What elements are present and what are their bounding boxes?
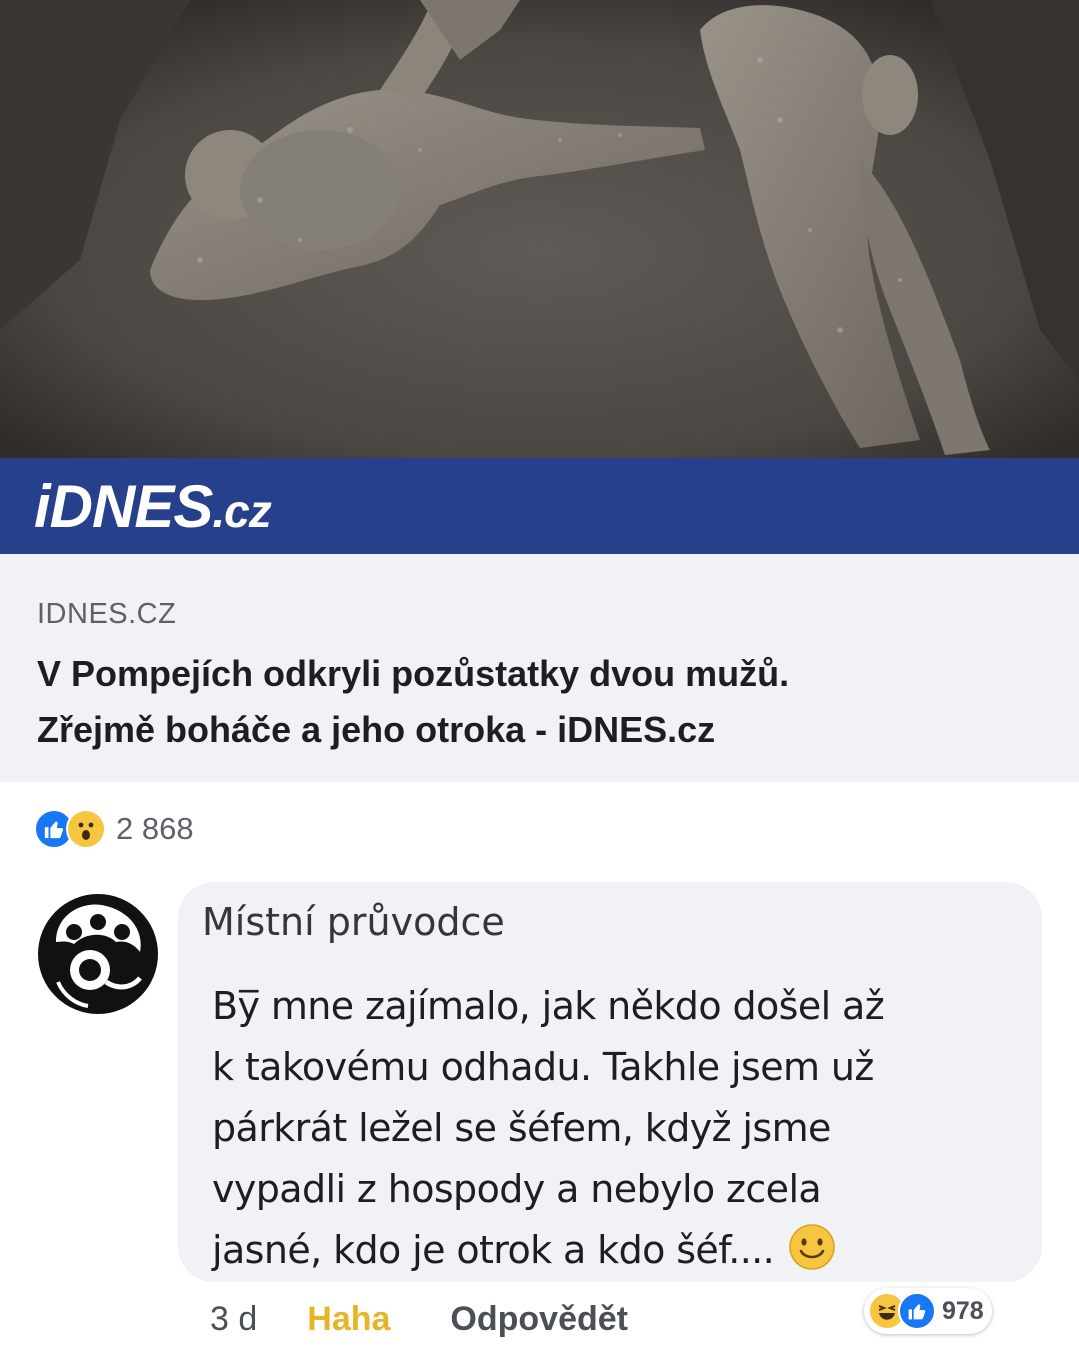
comment-line: vypadli z hospody a nebylo zcela — [212, 1167, 822, 1211]
comment-line-last: jasné, kdo je otrok a kdo šéf.... — [212, 1220, 1002, 1281]
comment-line: párkrát ležel se šéfem, když jsme — [212, 1106, 831, 1150]
comment-bubble[interactable]: Místní průvodce By̅ mne zajímalo, jak ně… — [178, 882, 1042, 1282]
comment-line: k takovému odhadu. Takhle jsem už — [212, 1045, 874, 1089]
comment-line: By̅ mne zajímalo, jak někdo došel až — [212, 984, 885, 1028]
link-title-line: V Pompejích odkryli pozůstatky dvou mužů… — [37, 653, 790, 694]
idnes-logo: iDNES.cz — [34, 473, 272, 540]
wow-icon — [66, 809, 106, 849]
comment-reactions[interactable]: 978 — [864, 1288, 992, 1334]
like-icon — [898, 1292, 936, 1330]
haha-reaction-button[interactable]: Haha — [307, 1300, 390, 1339]
post-reactions[interactable]: 2 868 — [34, 806, 194, 852]
link-title[interactable]: V Pompejích odkryli pozůstatky dvou mužů… — [37, 646, 1037, 758]
link-preview-card[interactable]: IDNES.CZ V Pompejích odkryli pozůstatky … — [0, 554, 1079, 782]
comment-author[interactable]: Místní průvodce — [202, 900, 505, 944]
comment-text: By̅ mne zajímalo, jak někdo došel až k t… — [212, 976, 1002, 1281]
comment-actions: 3 d Haha Odpovědět — [210, 1300, 628, 1339]
comment-reaction-count: 978 — [942, 1296, 984, 1325]
smile-emoji-icon — [788, 1223, 836, 1271]
link-domain: IDNES.CZ — [37, 598, 177, 630]
link-title-line: Zřejmě boháče a jeho otroka - iDNES.cz — [37, 709, 716, 750]
comment-line: jasné, kdo je otrok a kdo šéf.... — [212, 1228, 775, 1272]
reply-button[interactable]: Odpovědět — [450, 1300, 628, 1339]
pompeii-casts-image — [0, 0, 1079, 458]
comment-timestamp[interactable]: 3 d — [210, 1300, 257, 1339]
reaction-count: 2 868 — [116, 811, 194, 846]
avatar[interactable] — [36, 892, 160, 1016]
brand-banner: iDNES.cz — [0, 458, 1079, 554]
preview-photo[interactable] — [0, 0, 1079, 458]
